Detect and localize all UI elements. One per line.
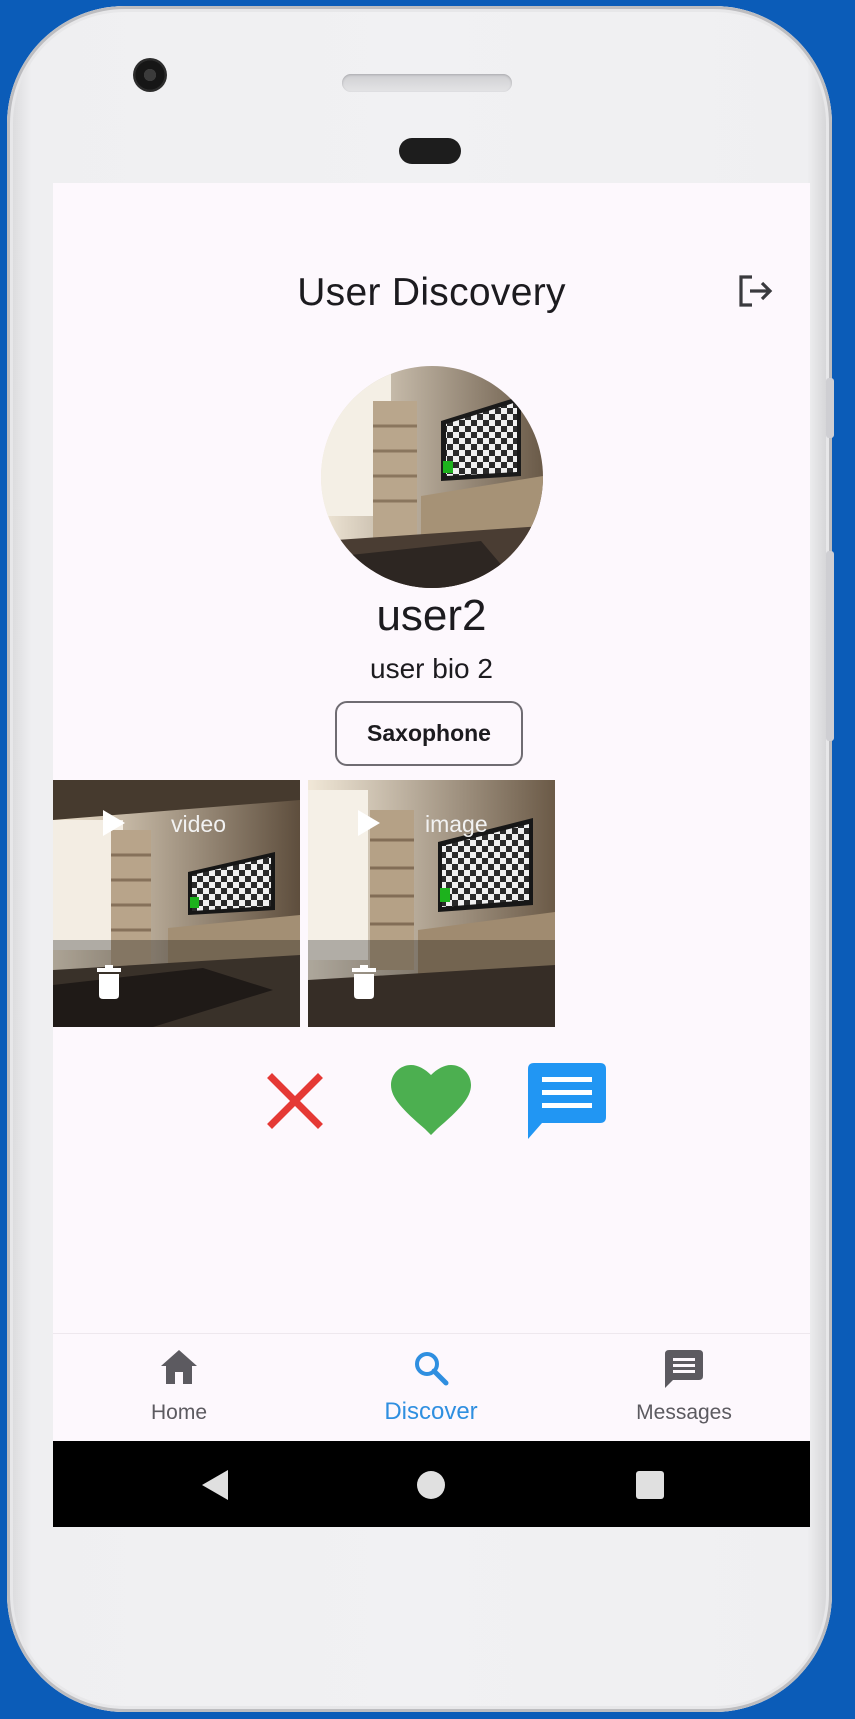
home-icon (161, 1350, 197, 1384)
front-camera (133, 58, 167, 92)
tag-chip-saxophone[interactable]: Saxophone (335, 701, 523, 766)
system-back-button[interactable] (195, 1465, 235, 1505)
dislike-button[interactable] (254, 1060, 336, 1142)
proximity-sensor (399, 138, 461, 164)
play-icon (358, 810, 380, 836)
search-icon (415, 1352, 449, 1386)
earpiece-speaker (342, 74, 512, 92)
bottom-navigation: Home Discover Messages (53, 1333, 810, 1442)
nav-item-home[interactable]: Home (53, 1334, 305, 1442)
play-icon (103, 810, 125, 836)
profile-bio: user bio 2 (370, 653, 493, 684)
recents-square-icon (636, 1471, 664, 1499)
delete-media-button[interactable] (97, 965, 121, 1004)
message-icon (665, 1350, 703, 1388)
delete-media-button[interactable] (352, 965, 376, 1004)
logout-icon (739, 275, 773, 307)
phone-frame: User Discovery user2 user bio 2 Saxophon… (7, 6, 834, 1712)
play-button[interactable] (358, 810, 380, 841)
page-title: User Discovery (297, 271, 566, 314)
profile-username: user2 (376, 591, 487, 640)
nav-item-messages[interactable]: Messages (558, 1334, 810, 1442)
nav-item-discover[interactable]: Discover (305, 1334, 557, 1442)
logout-button[interactable] (733, 269, 777, 313)
power-button (826, 378, 834, 438)
system-recents-button[interactable] (630, 1465, 670, 1505)
status-bar (53, 183, 810, 223)
media-tile-image[interactable]: image (308, 780, 555, 1027)
trash-icon (352, 965, 376, 999)
message-button[interactable] (526, 1060, 608, 1142)
volume-button (826, 551, 834, 741)
media-tile-video[interactable]: video (53, 780, 300, 1027)
trash-icon (97, 965, 121, 999)
app-screen: User Discovery user2 user bio 2 Saxophon… (53, 183, 810, 1527)
app-bar: User Discovery (53, 243, 810, 333)
avatar-image (321, 366, 543, 588)
heart-icon (391, 1065, 471, 1135)
media-type-label: image (425, 811, 488, 837)
close-icon (267, 1073, 323, 1129)
tile-overlay (53, 940, 300, 1027)
play-button[interactable] (103, 810, 125, 841)
tile-overlay (308, 940, 555, 1027)
back-triangle-icon (202, 1470, 228, 1500)
nav-label-home: Home (150, 1401, 208, 1424)
home-circle-icon (417, 1471, 445, 1499)
system-navigation-bar (53, 1441, 810, 1527)
media-type-label: video (171, 811, 226, 837)
system-home-button[interactable] (411, 1465, 451, 1505)
nav-label-discover: Discover (384, 1398, 478, 1425)
profile-avatar[interactable] (321, 366, 543, 588)
like-button[interactable] (390, 1060, 472, 1142)
nav-label-messages: Messages (636, 1401, 732, 1424)
chat-icon (528, 1063, 606, 1139)
